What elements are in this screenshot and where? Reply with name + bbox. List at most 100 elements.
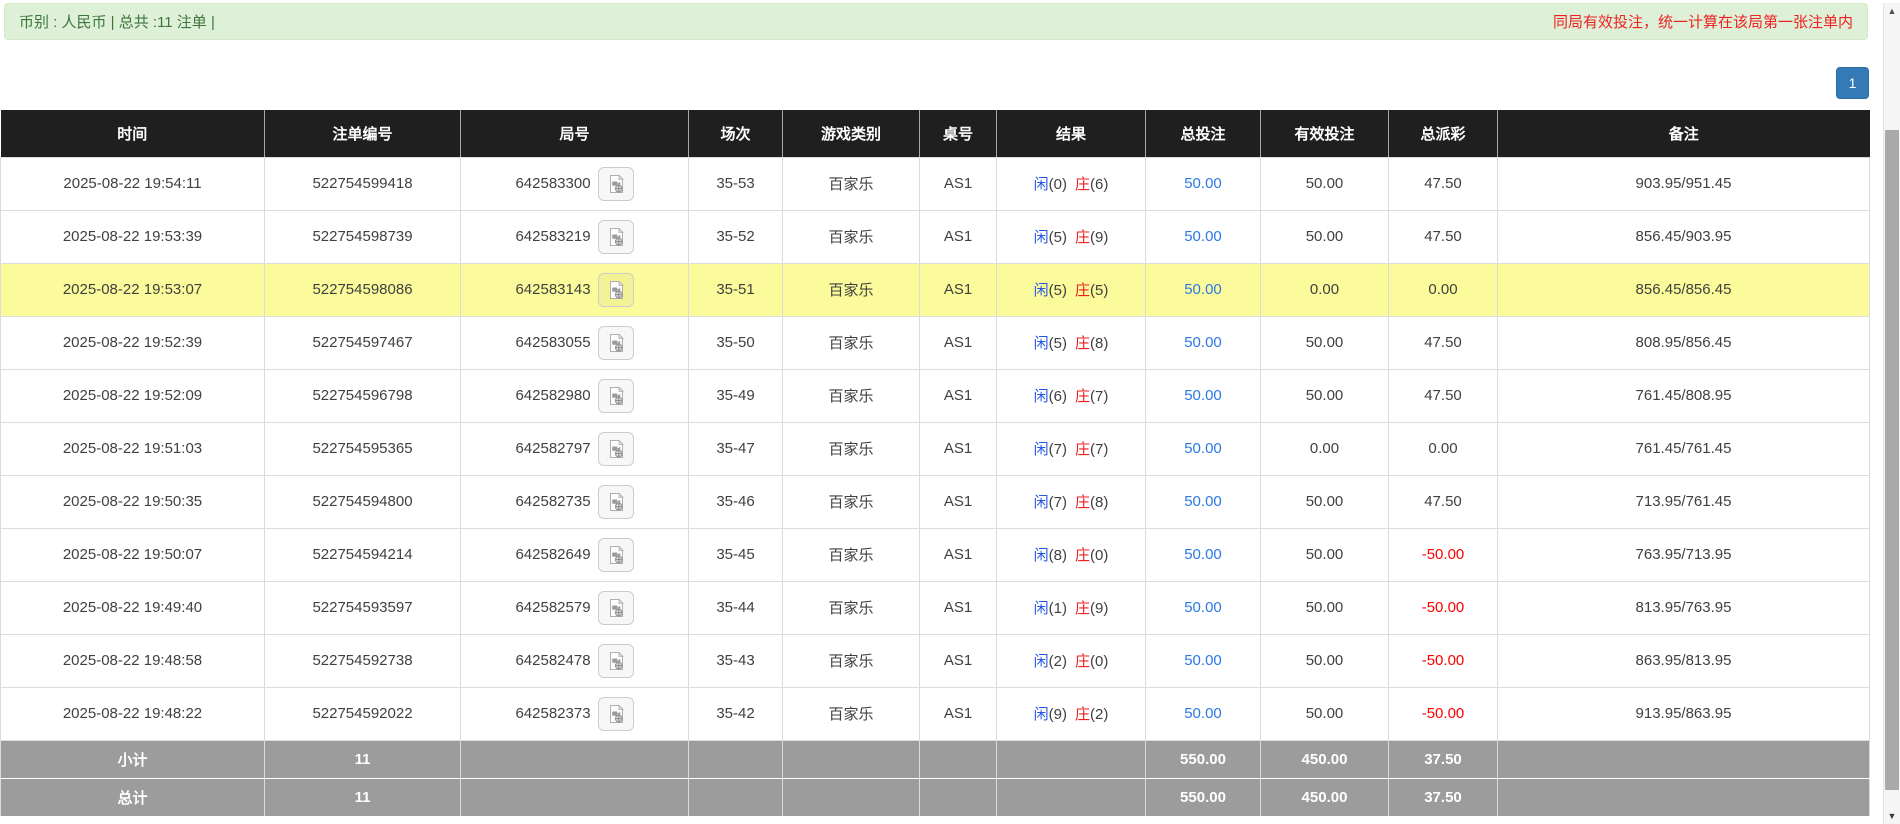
total-bet-cell: 50.00 [1146, 475, 1261, 528]
bet-id-cell: 522754598086 [265, 263, 461, 316]
video-replay-button[interactable] [598, 485, 634, 519]
video-record-icon [606, 651, 626, 671]
scroll-down-icon[interactable]: ▼ [1884, 811, 1900, 821]
total-bet-link[interactable]: 50.00 [1184, 334, 1222, 351]
payout-cell: 0.00 [1389, 422, 1498, 475]
table-header-row: 时间注单编号局号场次游戏类别桌号结果总投注有效投注总派彩备注 [1, 110, 1870, 157]
table-row: 2025-08-22 19:53:07 522754598086 6425831… [1, 263, 1870, 316]
summary-row: 小计 11 550.00 450.00 37.50 [1, 740, 1870, 778]
result-player-label: 闲 [1034, 176, 1049, 193]
session-cell: 35-42 [689, 687, 783, 740]
session-cell: 35-44 [689, 581, 783, 634]
video-replay-button[interactable] [598, 326, 634, 360]
result-cell: 闲(7)庄(8) [997, 475, 1146, 528]
result-player-label: 闲 [1034, 706, 1049, 723]
total-bet-link[interactable]: 50.00 [1184, 281, 1222, 298]
valid-bet-cell: 50.00 [1261, 369, 1389, 422]
payout-cell: 0.00 [1389, 263, 1498, 316]
video-replay-button[interactable] [598, 538, 634, 572]
result-cell: 闲(0)庄(6) [997, 157, 1146, 210]
session-cell: 35-46 [689, 475, 783, 528]
valid-bet-cell: 50.00 [1261, 528, 1389, 581]
bet-id-cell: 522754592738 [265, 634, 461, 687]
result-player-label: 闲 [1034, 229, 1049, 246]
remark-cell: 808.95/856.45 [1498, 316, 1870, 369]
game-type-cell: 百家乐 [783, 316, 920, 369]
round-id: 642582980 [515, 387, 590, 404]
table-no-cell: AS1 [920, 210, 997, 263]
payout-cell: -50.00 [1389, 634, 1498, 687]
result-player-score: (8) [1049, 547, 1067, 564]
table-no-cell: AS1 [920, 528, 997, 581]
table-row: 2025-08-22 19:54:11 522754599418 6425833… [1, 157, 1870, 210]
round-id: 642582735 [515, 493, 590, 510]
currency-summary-bar: 币别 : 人民币 | 总共 :11 注单 | 同局有效投注，统一计算在该局第一张… [4, 3, 1868, 40]
total-bet-link[interactable]: 50.00 [1184, 387, 1222, 404]
valid-bet-cell: 50.00 [1261, 475, 1389, 528]
total-bet-link[interactable]: 50.00 [1184, 493, 1222, 510]
video-replay-button[interactable] [598, 644, 634, 678]
video-replay-button[interactable] [598, 432, 634, 466]
total-bet-link[interactable]: 50.00 [1184, 652, 1222, 669]
total-bet-cell: 50.00 [1146, 687, 1261, 740]
table-row: 2025-08-22 19:48:58 522754592738 6425824… [1, 634, 1870, 687]
time-cell: 2025-08-22 19:50:07 [1, 528, 265, 581]
table-row: 2025-08-22 19:48:22 522754592022 6425823… [1, 687, 1870, 740]
round-cell: 642582649 [461, 528, 689, 581]
total-bet-cell: 50.00 [1146, 210, 1261, 263]
round-id: 642582797 [515, 440, 590, 457]
total-bet-link[interactable]: 50.00 [1184, 599, 1222, 616]
total-bet-cell: 50.00 [1146, 581, 1261, 634]
vertical-scrollbar[interactable]: ▲ ▼ [1883, 3, 1900, 824]
remark-cell: 761.45/761.45 [1498, 422, 1870, 475]
total-bet-link[interactable]: 50.00 [1184, 175, 1222, 192]
video-replay-button[interactable] [598, 591, 634, 625]
result-player-score: (7) [1049, 441, 1067, 458]
result-banker-score: (0) [1090, 547, 1108, 564]
game-type-cell: 百家乐 [783, 210, 920, 263]
table-no-cell: AS1 [920, 369, 997, 422]
total-bet-cell: 50.00 [1146, 528, 1261, 581]
remark-cell: 761.45/808.95 [1498, 369, 1870, 422]
session-cell: 35-49 [689, 369, 783, 422]
result-banker-score: (8) [1090, 494, 1108, 511]
result-banker-label: 庄 [1075, 600, 1090, 617]
payout-cell: 47.50 [1389, 475, 1498, 528]
total-bet-link[interactable]: 50.00 [1184, 228, 1222, 245]
column-header: 有效投注 [1261, 110, 1389, 157]
result-player-label: 闲 [1034, 282, 1049, 299]
result-player-score: (5) [1049, 335, 1067, 352]
scrollbar-thumb[interactable] [1885, 130, 1899, 790]
time-cell: 2025-08-22 19:49:40 [1, 581, 265, 634]
total-bet-link[interactable]: 50.00 [1184, 705, 1222, 722]
table-no-cell: AS1 [920, 422, 997, 475]
payout-cell: -50.00 [1389, 687, 1498, 740]
video-record-icon [606, 439, 626, 459]
video-replay-button[interactable] [598, 167, 634, 201]
page-1-button[interactable]: 1 [1836, 67, 1869, 99]
round-id: 642583055 [515, 334, 590, 351]
remark-cell: 713.95/761.45 [1498, 475, 1870, 528]
column-header: 结果 [997, 110, 1146, 157]
valid-bet-cell: 0.00 [1261, 263, 1389, 316]
valid-bet-cell: 50.00 [1261, 210, 1389, 263]
round-id: 642582579 [515, 599, 590, 616]
scroll-up-icon[interactable]: ▲ [1884, 6, 1900, 16]
total-bet-cell: 50.00 [1146, 422, 1261, 475]
table-row: 2025-08-22 19:53:39 522754598739 6425832… [1, 210, 1870, 263]
round-cell: 642582797 [461, 422, 689, 475]
payout-cell: 47.50 [1389, 316, 1498, 369]
video-replay-button[interactable] [598, 379, 634, 413]
game-type-cell: 百家乐 [783, 687, 920, 740]
pagination-row: 1 [0, 40, 1900, 110]
video-replay-button[interactable] [598, 220, 634, 254]
result-cell: 闲(2)庄(0) [997, 634, 1146, 687]
summary-total-bet: 550.00 [1146, 778, 1261, 816]
column-header: 总派彩 [1389, 110, 1498, 157]
video-replay-button[interactable] [598, 697, 634, 731]
remark-cell: 856.45/903.95 [1498, 210, 1870, 263]
total-bet-link[interactable]: 50.00 [1184, 546, 1222, 563]
total-bet-link[interactable]: 50.00 [1184, 440, 1222, 457]
result-player-label: 闲 [1034, 441, 1049, 458]
video-replay-button[interactable] [598, 273, 634, 307]
